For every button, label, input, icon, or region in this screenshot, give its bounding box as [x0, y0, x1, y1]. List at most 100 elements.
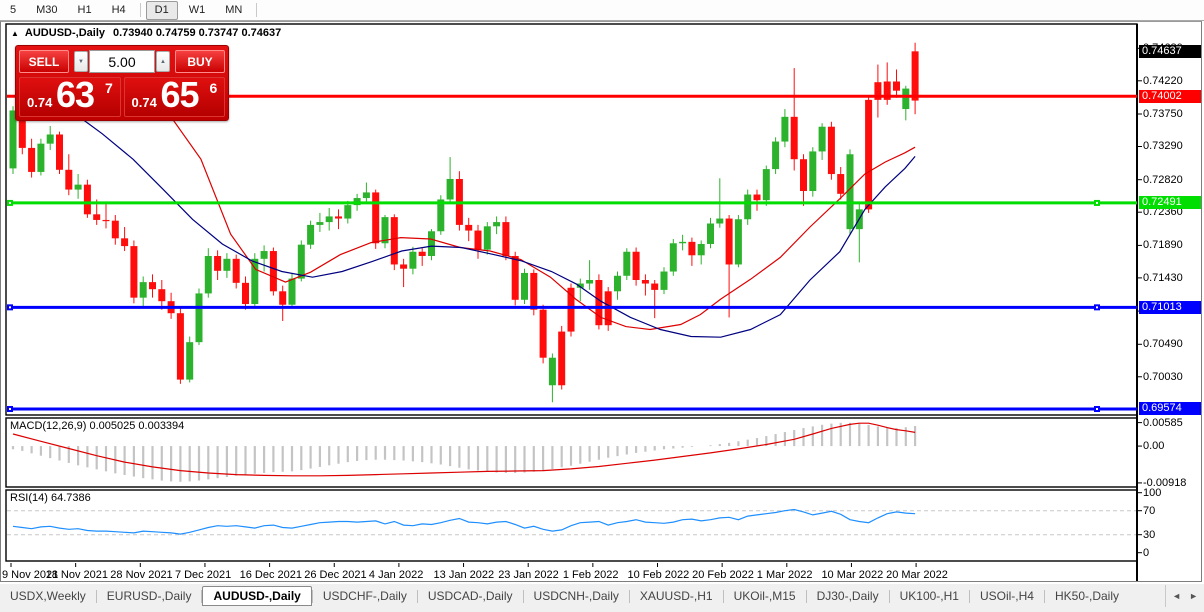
chart-tab[interactable]: AUDUSD-,Daily	[202, 586, 311, 606]
timeframe-button-5[interactable]: 5	[1, 1, 25, 20]
candle	[828, 122, 835, 180]
rsi-level-lines	[7, 511, 1136, 535]
candle	[893, 69, 900, 97]
candle	[261, 245, 268, 271]
candle	[168, 293, 175, 319]
candle	[186, 337, 193, 383]
chart-tab[interactable]: UK100-,H1	[890, 586, 969, 606]
candle	[688, 238, 695, 266]
trade-panel-controls: SELL ▼ ▲ BUY	[19, 49, 225, 74]
candle	[791, 68, 798, 170]
chart-tab[interactable]: EURUSD-,Daily	[97, 586, 202, 606]
candle	[623, 248, 630, 280]
one-click-panel-toggle[interactable]: ▲	[11, 29, 19, 38]
tab-scroll-arrows: ◄ ►	[1165, 585, 1204, 607]
candle	[149, 274, 156, 297]
candle	[502, 216, 509, 260]
candle	[223, 253, 230, 278]
candle	[363, 183, 370, 204]
date-tick-label: 7 Dec 2021	[175, 569, 231, 581]
tab-scroll-right-icon[interactable]: ►	[1189, 591, 1198, 601]
rsi-indicator-label: RSI(14) 64.7386	[10, 492, 91, 504]
chart-tab[interactable]: USDCAD-,Daily	[418, 586, 523, 606]
volume-increase-button[interactable]: ▲	[156, 51, 170, 72]
candle	[316, 213, 323, 232]
chart-tab[interactable]: USDCHF-,Daily	[313, 586, 417, 606]
candle	[84, 180, 91, 218]
chart-tab[interactable]: USOil-,H4	[970, 586, 1044, 606]
date-tick-label: 18 Nov 2021	[46, 569, 108, 581]
candle	[819, 123, 826, 160]
timeframe-button-d1[interactable]: D1	[146, 1, 178, 20]
candle	[902, 86, 909, 121]
macd-tick-label: 0.00	[1143, 440, 1164, 452]
tab-scroll-left-icon[interactable]: ◄	[1172, 591, 1181, 601]
candle	[679, 235, 686, 251]
price-tick-label: 0.71890	[1143, 239, 1183, 251]
candle	[37, 139, 44, 176]
bid-price-display[interactable]: 0.74 63 7	[19, 77, 121, 117]
candle	[661, 267, 668, 294]
timeframe-button-h1[interactable]: H1	[69, 1, 101, 20]
candle	[196, 288, 203, 345]
candle	[456, 171, 463, 230]
candle	[744, 190, 751, 225]
volume-decrease-button[interactable]: ▼	[74, 51, 88, 72]
chart-title-bar: ▲AUDUSD-,Daily0.73940 0.74759 0.73747 0.…	[11, 27, 281, 39]
price-tick-label: 0.70490	[1143, 338, 1183, 350]
timeframe-button-h4[interactable]: H4	[103, 1, 135, 20]
rsi-tick-label: 0	[1143, 547, 1149, 559]
sell-button[interactable]: SELL	[19, 50, 69, 73]
chart-tab[interactable]: XAUUSD-,H1	[630, 586, 723, 606]
chart-tab[interactable]: DJ30-,Daily	[807, 586, 889, 606]
chart-tab[interactable]: HK50-,Daily	[1045, 586, 1129, 606]
chart-tab[interactable]: UKOil-,M15	[724, 586, 806, 606]
toolbar-separator	[256, 3, 257, 17]
price-tag: 0.71013	[1139, 301, 1201, 314]
candle	[279, 286, 286, 321]
date-tick-label: 10 Feb 2022	[628, 569, 690, 581]
timeframe-button-m30[interactable]: M30	[27, 1, 66, 20]
candle	[428, 229, 435, 260]
timeframe-button-mn[interactable]: MN	[216, 1, 251, 20]
price-tag: 0.72491	[1139, 196, 1201, 209]
candle	[856, 202, 863, 262]
price-tag: 0.74002	[1139, 90, 1201, 103]
candle	[130, 240, 137, 303]
candle	[651, 280, 658, 318]
candle	[419, 248, 426, 266]
date-tick-label: 20 Mar 2022	[886, 569, 948, 581]
candle	[270, 248, 277, 296]
candle	[735, 215, 742, 267]
candle	[56, 132, 63, 174]
candle	[326, 208, 333, 231]
horizontal-lines	[7, 96, 1137, 412]
chart-symbol-label: AUDUSD-,Daily	[25, 27, 105, 39]
candle	[475, 225, 482, 259]
candle	[177, 308, 184, 384]
buy-button[interactable]: BUY	[175, 50, 225, 73]
candle	[781, 109, 788, 147]
price-tick-label: 0.73750	[1143, 108, 1183, 120]
candle	[447, 157, 454, 204]
candle	[772, 137, 779, 174]
candle	[233, 255, 240, 289]
trade-panel-quotes: 0.74 63 7 0.74 65 6	[19, 77, 225, 117]
macd-tick-label: 0.00585	[1143, 417, 1183, 429]
chart-tab[interactable]: USDCNH-,Daily	[524, 586, 629, 606]
candle	[391, 214, 398, 270]
candle	[837, 167, 844, 199]
candle	[75, 174, 82, 199]
candle	[242, 276, 249, 309]
ask-price-main: 65	[161, 74, 199, 116]
chart-window: ▲AUDUSD-,Daily0.73940 0.74759 0.73747 0.…	[0, 21, 1202, 582]
rsi-tick-label: 30	[1143, 529, 1155, 541]
ask-price-display[interactable]: 0.74 65 6	[124, 77, 226, 117]
chart-tab[interactable]: USDX,Weekly	[0, 586, 96, 606]
volume-input[interactable]	[89, 50, 155, 73]
timeframe-button-w1[interactable]: W1	[180, 1, 215, 20]
date-tick-label: 26 Dec 2021	[304, 569, 366, 581]
candle	[754, 190, 761, 211]
ask-price-prefix: 0.74	[132, 95, 157, 110]
candle	[382, 215, 389, 248]
